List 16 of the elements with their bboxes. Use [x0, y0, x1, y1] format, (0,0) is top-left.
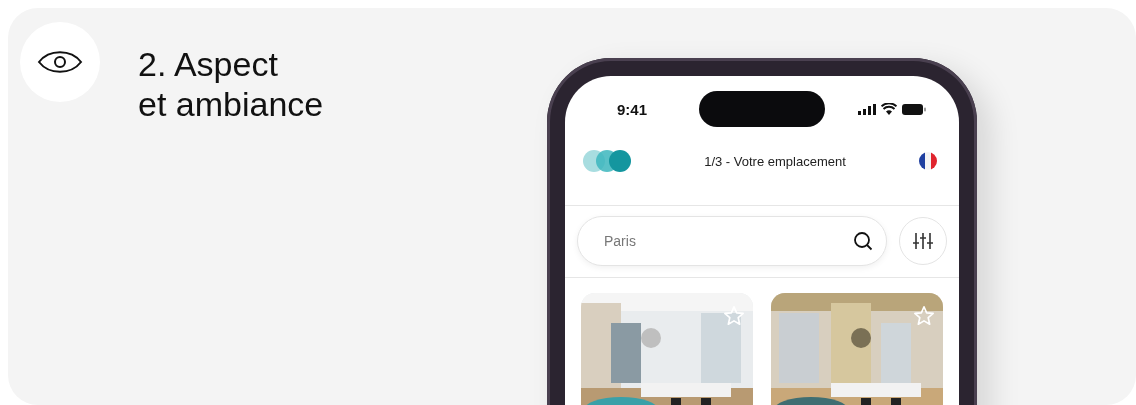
eye-icon [37, 48, 83, 76]
star-icon[interactable] [913, 305, 935, 327]
battery-icon [902, 103, 926, 115]
wifi-icon [881, 103, 897, 115]
flag-icon [919, 152, 937, 170]
star-icon[interactable] [723, 305, 745, 327]
section-title: et ambiance [138, 84, 324, 124]
signal-icon [858, 103, 876, 115]
logo-icon [583, 150, 631, 172]
section-title: 2. Aspect [138, 44, 279, 84]
search-field[interactable]: Paris [577, 216, 887, 266]
search-icon [853, 231, 873, 251]
status-time: 9:41 [617, 100, 647, 118]
filter-button[interactable] [899, 217, 947, 265]
step-title: 1/3 - Votre emplacement [704, 153, 846, 169]
sliders-icon [913, 232, 933, 250]
